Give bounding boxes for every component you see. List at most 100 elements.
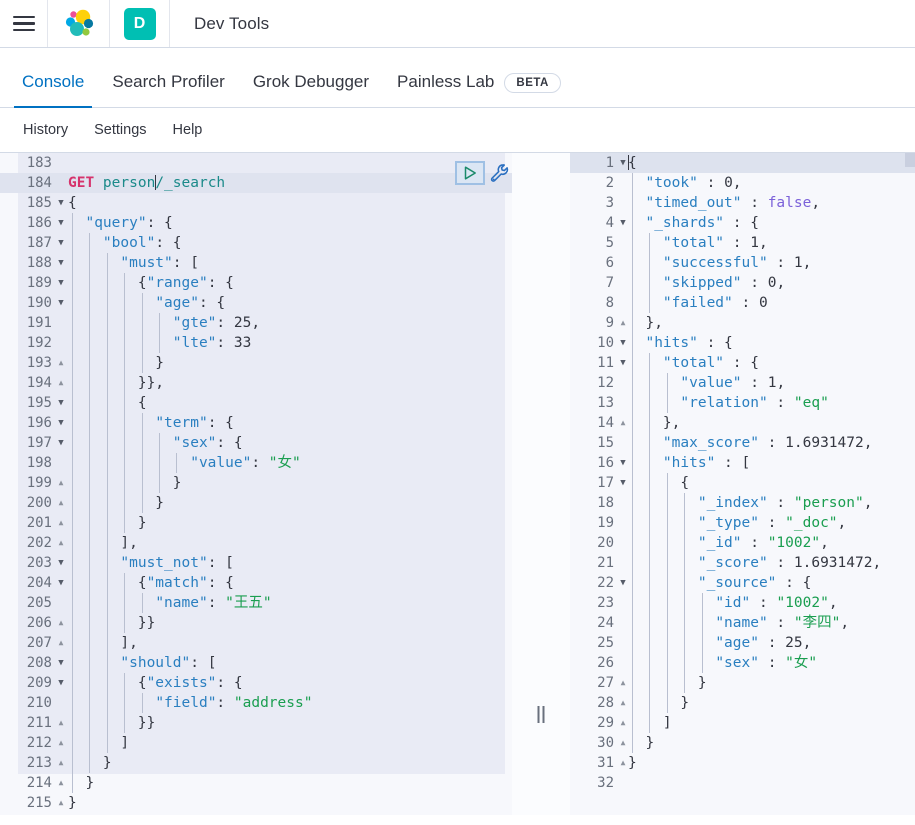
code-line[interactable]: 213 ▲ }	[0, 753, 512, 773]
code-line[interactable]: 198 "value": "女"	[0, 453, 512, 473]
code-line[interactable]: 1 ▼{	[570, 153, 915, 173]
indent-guide	[632, 573, 633, 593]
wrench-icon[interactable]	[489, 162, 511, 184]
indent-guide	[124, 273, 126, 293]
code-line[interactable]: 195 ▼ {	[0, 393, 512, 413]
code-line[interactable]: 184 GET person/_search	[0, 173, 512, 193]
code-line[interactable]: 199 ▲ }	[0, 473, 512, 493]
subnav-item-history[interactable]: History	[10, 123, 81, 138]
code-line[interactable]: 204 ▼ {"match": {	[0, 573, 512, 593]
indent-guide	[124, 453, 126, 473]
code-line[interactable]: 3 "timed_out" : false,	[570, 193, 915, 213]
code-line[interactable]: 186 ▼ "query": {	[0, 213, 512, 233]
indent-guide	[666, 633, 668, 653]
editor-splitter[interactable]	[512, 153, 570, 815]
code-line[interactable]: 15 "max_score" : 1.6931472,	[570, 433, 915, 453]
code-line[interactable]: 21 "_score" : 1.6931472,	[570, 553, 915, 573]
code-line[interactable]: 188 ▼ "must": [	[0, 253, 512, 273]
subnav-item-settings[interactable]: Settings	[81, 123, 159, 138]
code-line[interactable]: 201 ▲ }	[0, 513, 512, 533]
code-line[interactable]: 189 ▼ {"range": {	[0, 273, 512, 293]
code-line[interactable]: 209 ▼ {"exists": {	[0, 673, 512, 693]
code-line[interactable]: 10 ▼ "hits" : {	[570, 333, 915, 353]
response-viewer-code[interactable]: 1 ▼{2 "took" : 0, 3 "timed_out" : false, 4 ▼…	[570, 153, 915, 793]
request-editor-pane[interactable]: 183 184 GET person/_search 185 ▼{186 ▼ "query…	[0, 153, 512, 815]
space-avatar[interactable]: D	[110, 0, 170, 47]
code-line[interactable]: 26 "sex" : "女"	[570, 653, 915, 673]
code-line[interactable]: 6 "successful" : 1,	[570, 253, 915, 273]
code-line[interactable]: 29 ▲ ]	[570, 713, 915, 733]
code-line[interactable]: 191 "gte": 25,	[0, 313, 512, 333]
tab-search-profiler[interactable]: Search Profiler	[98, 73, 238, 107]
code-line[interactable]: 207 ▲ ],	[0, 633, 512, 653]
code-line[interactable]: 211 ▲ }}	[0, 713, 512, 733]
code-line[interactable]: 192 "lte": 33	[0, 333, 512, 353]
code-line[interactable]: 19 "_type" : "_doc",	[570, 513, 915, 533]
code-line[interactable]: 23 "id" : "1002",	[570, 593, 915, 613]
code-line[interactable]: 183	[0, 153, 512, 173]
code-line[interactable]: 200 ▲ }	[0, 493, 512, 513]
code-line[interactable]: 8 "failed" : 0	[570, 293, 915, 313]
code-line[interactable]: 24 "name" : "李四",	[570, 613, 915, 633]
code-line[interactable]: 190 ▼ "age": {	[0, 293, 512, 313]
code-line[interactable]: 31 ▲}	[570, 753, 915, 773]
code-line[interactable]: 22 ▼ "_source" : {	[570, 573, 915, 593]
code-line[interactable]: 216	[0, 813, 512, 815]
code-line[interactable]: 2 "took" : 0,	[570, 173, 915, 193]
tab-painless-lab[interactable]: Painless Lab BETA	[383, 72, 575, 108]
code-line[interactable]: 197 ▼ "sex": {	[0, 433, 512, 453]
tab-grok-debugger[interactable]: Grok Debugger	[239, 73, 383, 107]
code-line[interactable]: 11 ▼ "total" : {	[570, 353, 915, 373]
indent-guide	[684, 513, 686, 533]
splitter-drag-handle[interactable]	[537, 706, 545, 723]
code-token: "successful"	[662, 255, 768, 271]
code-line[interactable]: 28 ▲ }	[570, 693, 915, 713]
code-line[interactable]: 25 "age" : 25,	[570, 633, 915, 653]
indent-guide	[72, 693, 73, 713]
code-line[interactable]: 194 ▲ }},	[0, 373, 512, 393]
request-editor-code[interactable]: 183 184 GET person/_search 185 ▼{186 ▼ "query…	[0, 153, 512, 815]
response-viewer-pane[interactable]: 1 ▼{2 "took" : 0, 3 "timed_out" : false, 4 ▼…	[570, 153, 915, 815]
indent-guide	[141, 433, 143, 453]
code-line[interactable]: 20 "_id" : "1002",	[570, 533, 915, 553]
tab-console[interactable]: Console	[8, 73, 98, 108]
code-token: : {	[198, 295, 226, 311]
code-line[interactable]: 32	[570, 773, 915, 793]
code-line[interactable]: 14 ▲ },	[570, 413, 915, 433]
code-token: "女"	[268, 455, 301, 471]
code-line[interactable]: 210 "field": "address"	[0, 693, 512, 713]
code-line[interactable]: 214 ▲ }	[0, 773, 512, 793]
code-line[interactable]: 206 ▲ }}	[0, 613, 512, 633]
line-number: 14 ▲	[570, 413, 625, 433]
code-line[interactable]: 196 ▼ "term": {	[0, 413, 512, 433]
code-text: }	[56, 773, 512, 793]
send-request-button[interactable]	[455, 161, 485, 185]
code-line[interactable]: 205 "name": "王五"	[0, 593, 512, 613]
code-token: "lte"	[172, 335, 217, 351]
menu-toggle-button[interactable]	[0, 0, 48, 47]
code-line[interactable]: 9 ▲ },	[570, 313, 915, 333]
code-line[interactable]: 203 ▼ "must_not": [	[0, 553, 512, 573]
code-line[interactable]: 5 "total" : 1,	[570, 233, 915, 253]
code-line[interactable]: 208 ▼ "should": [	[0, 653, 512, 673]
code-line[interactable]: 202 ▲ ],	[0, 533, 512, 553]
code-token: "sex"	[172, 435, 217, 451]
code-line[interactable]: 193 ▲ }	[0, 353, 512, 373]
code-line[interactable]: 27 ▲ }	[570, 673, 915, 693]
code-line[interactable]: 16 ▼ "hits" : [	[570, 453, 915, 473]
code-line[interactable]: 13 "relation" : "eq"	[570, 393, 915, 413]
code-line[interactable]: 187 ▼ "bool": {	[0, 233, 512, 253]
elastic-logo[interactable]	[48, 0, 110, 47]
indent-guide	[701, 593, 703, 613]
code-line[interactable]: 30 ▲ }	[570, 733, 915, 753]
code-line[interactable]: 7 "skipped" : 0,	[570, 273, 915, 293]
code-line[interactable]: 185 ▼{	[0, 193, 512, 213]
response-scrollbar[interactable]	[905, 153, 915, 167]
code-line[interactable]: 18 "_index" : "person",	[570, 493, 915, 513]
subnav-item-help[interactable]: Help	[160, 123, 216, 138]
code-line[interactable]: 215 ▲}	[0, 793, 512, 813]
code-line[interactable]: 4 ▼ "_shards" : {	[570, 213, 915, 233]
code-line[interactable]: 212 ▲ ]	[0, 733, 512, 753]
code-line[interactable]: 12 "value" : 1,	[570, 373, 915, 393]
code-line[interactable]: 17 ▼ {	[570, 473, 915, 493]
